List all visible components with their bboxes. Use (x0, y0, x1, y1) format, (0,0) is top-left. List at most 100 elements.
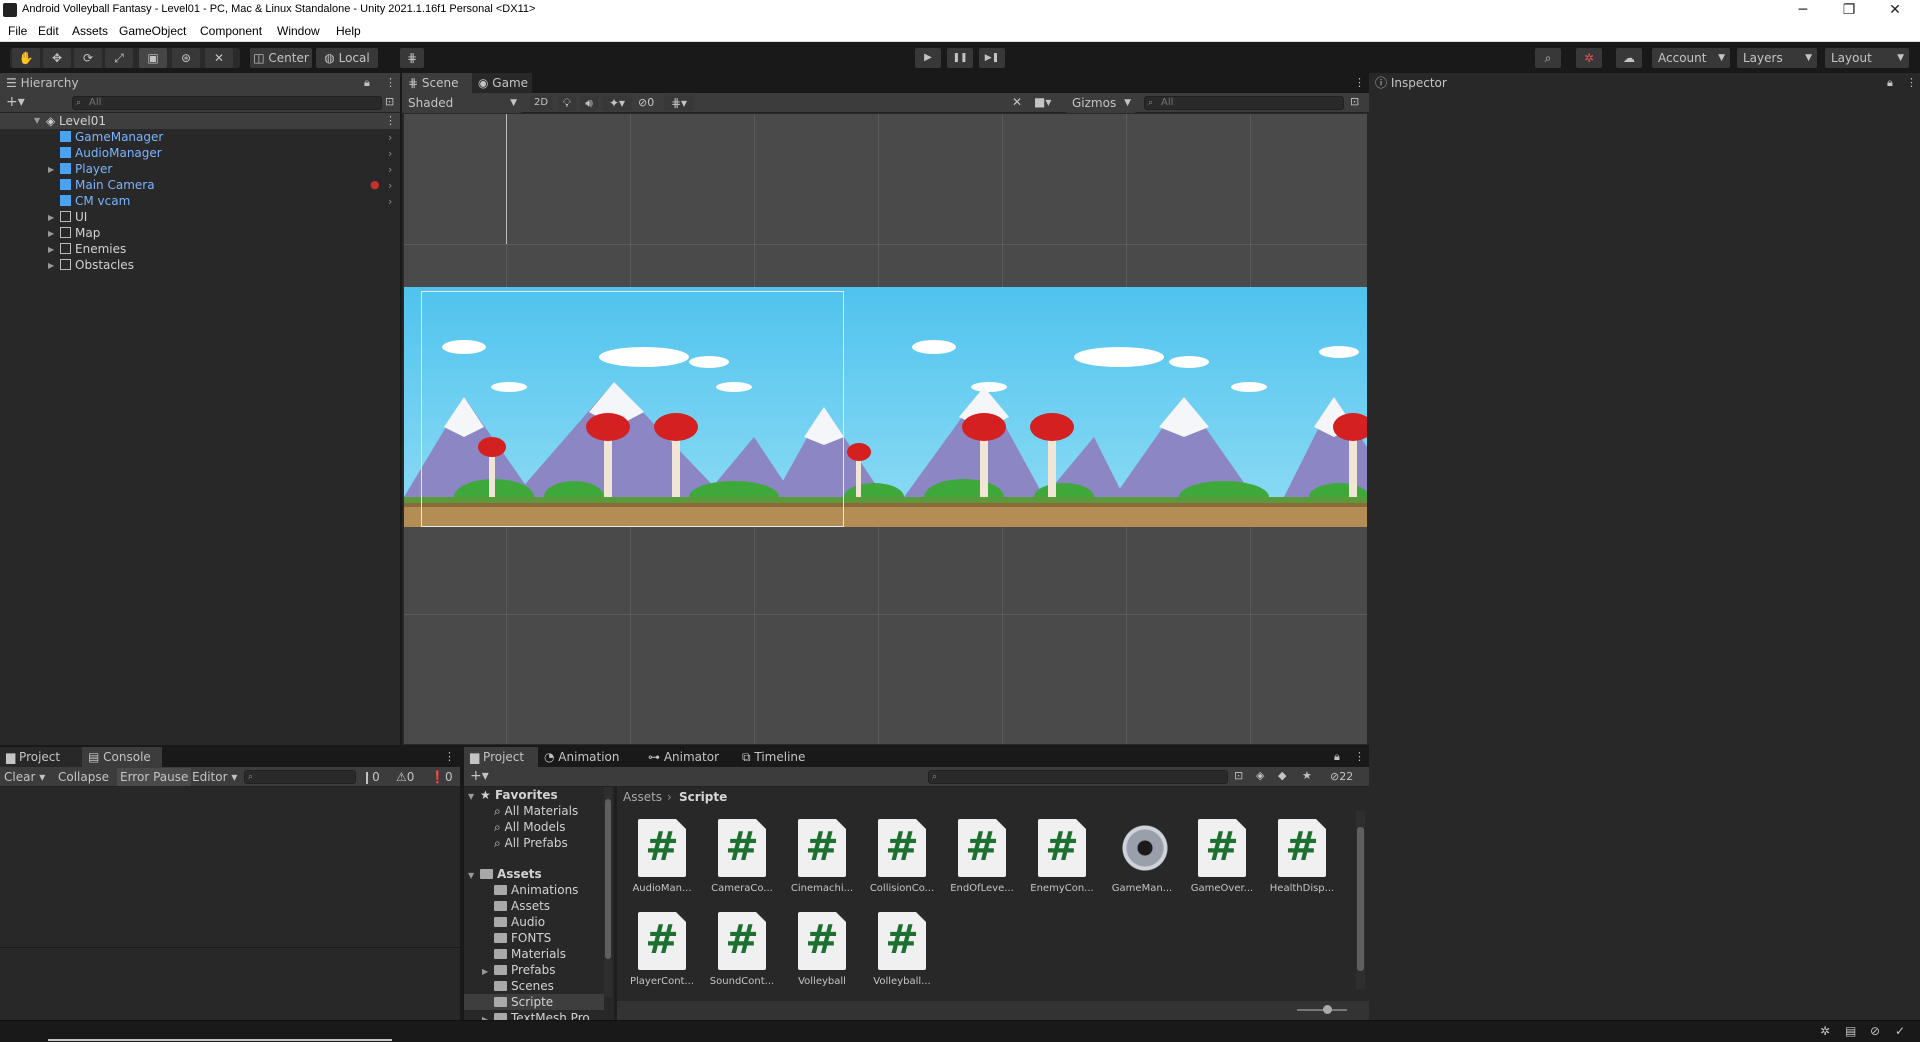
tab-game[interactable]: ◉ Game (472, 73, 532, 93)
custom-tool-icon[interactable]: ✕ (205, 48, 233, 68)
scale-tool-icon[interactable]: ⤢ (105, 48, 133, 68)
asset-item[interactable]: # CameraCo... (704, 819, 780, 911)
hierarchy-item[interactable]: Obstacles (60, 257, 134, 273)
favorites-item[interactable]: ⌕ All Models (494, 819, 566, 835)
folder-item[interactable]: Scenes (494, 978, 554, 994)
asset-item[interactable]: # EnemyCon... (1024, 819, 1100, 911)
hierarchy-item[interactable]: UI (60, 209, 87, 225)
tab-timeline[interactable]: ⧉ Timeline (736, 747, 828, 767)
hierarchy-item[interactable]: CM vcam (60, 193, 130, 209)
scrollbar-thumb[interactable] (605, 799, 611, 959)
scene-view-options-icon[interactable]: ⊡ (1350, 95, 1359, 108)
rect-tool-icon[interactable]: ▣ (139, 48, 167, 68)
folder-item[interactable]: Audio (494, 914, 545, 930)
lock-icon[interactable]: 🔒︎ (1334, 750, 1340, 764)
folder-item[interactable]: Materials (494, 946, 566, 962)
more-options-icon[interactable]: ⋮ (444, 750, 455, 763)
pause-button[interactable]: ❚❚ (947, 48, 973, 68)
tab-project[interactable]: ▆ Project (464, 747, 538, 767)
chevron-right-icon[interactable]: › (388, 163, 392, 176)
scene-visibility-icon[interactable]: ⊡ (385, 95, 394, 108)
menu-file[interactable]: File (8, 24, 27, 38)
favorites-item[interactable]: ⌕ All Prefabs (494, 835, 568, 851)
expand-arrow-icon[interactable]: ▶ (48, 245, 54, 254)
scene-menu-icon[interactable]: ⋮ (385, 114, 396, 127)
hierarchy-item[interactable]: Map (60, 225, 100, 241)
editor-dropdown[interactable]: Editor ▾ (192, 770, 237, 784)
chevron-right-icon[interactable]: › (388, 195, 392, 208)
asset-item[interactable]: # HealthDisp... (1264, 819, 1340, 911)
asset-item[interactable]: # GameOver... (1184, 819, 1260, 911)
menu-component[interactable]: Component (200, 24, 262, 38)
expand-arrow-icon[interactable]: ▶ (48, 165, 54, 174)
folder-item[interactable]: FONTS (494, 930, 551, 946)
scene-viewport[interactable] (404, 114, 1367, 744)
clear-button[interactable]: Clear ▾ (4, 770, 45, 784)
layout-dropdown[interactable]: Layout ▼ (1825, 48, 1909, 68)
error-pause-button[interactable]: Error Pause (117, 768, 192, 786)
more-options-icon[interactable]: ⋮ (1354, 750, 1365, 763)
lock-icon[interactable]: 🔒︎ (1887, 76, 1893, 90)
favorites-item[interactable]: ⌕ All Materials (494, 803, 578, 819)
more-options-icon[interactable]: ⋮ (385, 76, 396, 89)
lighting-icon[interactable]: 💡︎ (558, 95, 576, 111)
effects-icon[interactable]: ✦▾ (602, 95, 632, 111)
search-icon[interactable]: ⌕ (1535, 48, 1561, 68)
asset-item[interactable]: # CollisionCo... (864, 819, 940, 911)
hierarchy-item[interactable]: AudioManager (60, 145, 162, 161)
tools-icon[interactable]: ✕ (1012, 95, 1022, 109)
step-button[interactable]: ▶❚ (979, 48, 1005, 68)
expand-arrow-icon[interactable]: ▼ (468, 792, 474, 801)
breadcrumb-item[interactable]: Scripte (679, 790, 727, 804)
tab-hierarchy[interactable]: ☰ Hierarchy (0, 73, 400, 93)
move-tool-icon[interactable]: ✥ (43, 48, 71, 68)
asset-item[interactable]: # PlayerCont... (624, 912, 700, 1004)
rotate-tool-icon[interactable]: ⟳ (74, 48, 102, 68)
warning-count[interactable]: ⚠0 (396, 770, 414, 784)
favorites-header[interactable]: ★ Favorites (480, 787, 558, 803)
asset-item[interactable]: # Cinemachi... (784, 819, 860, 911)
scene-search-input[interactable]: ⌕ All (1144, 96, 1344, 110)
asset-item[interactable]: # SoundCont... (704, 912, 780, 1004)
tag-icon[interactable]: ◆ (1278, 769, 1286, 782)
menu-help[interactable]: Help (336, 24, 361, 38)
folder-item[interactable]: Animations (494, 882, 578, 898)
folder-item-selected[interactable]: Scripte (494, 994, 553, 1010)
breadcrumb-item[interactable]: Assets (623, 790, 662, 804)
tab-console[interactable]: ▤ Console (82, 747, 162, 767)
lighting-icon[interactable]: ⊘ (1870, 1024, 1880, 1038)
pivot-space-toggle[interactable]: ◍ Local (316, 48, 378, 68)
hand-tool-icon[interactable]: ✋ (12, 48, 40, 68)
expand-arrow-icon[interactable]: ▼ (468, 871, 474, 880)
more-options-icon[interactable]: ⋮ (1354, 76, 1365, 89)
gizmos-dropdown[interactable]: Gizmos ▼ (1066, 93, 1136, 113)
asset-item[interactable]: # AudioMan... (624, 819, 700, 911)
splitter[interactable] (614, 787, 617, 1020)
chevron-right-icon[interactable]: › (388, 147, 392, 160)
expand-arrow-icon[interactable]: ▶ (48, 229, 54, 238)
close-window-button[interactable]: ✕ (1872, 0, 1918, 20)
asset-scrollbar[interactable] (1356, 811, 1365, 989)
zoom-slider-track[interactable] (1297, 1009, 1347, 1011)
tab-scene[interactable]: ⋕ Scene (402, 73, 472, 93)
grid-visibility-icon[interactable]: ⋕▾ (664, 95, 694, 111)
assets-header[interactable]: Assets (480, 866, 542, 882)
asset-item[interactable]: # Volleyball... (864, 912, 940, 1004)
asset-item[interactable]: # Volleyball (784, 912, 860, 1004)
cache-icon[interactable]: ▤ (1845, 1024, 1856, 1038)
hidden-objects-icon[interactable]: ⊘0 (638, 96, 654, 109)
tab-project[interactable]: ▆ Project (0, 747, 82, 767)
folder-item[interactable]: Assets (494, 898, 550, 914)
menu-assets[interactable]: Assets (72, 24, 108, 38)
menu-gameobject[interactable]: GameObject (119, 24, 186, 38)
account-dropdown[interactable]: Account ▼ (1652, 48, 1730, 68)
pivot-center-toggle[interactable]: ◫ Center (250, 48, 312, 68)
chevron-right-icon[interactable]: › (388, 179, 392, 192)
audio-icon[interactable]: 🔊︎ (580, 95, 598, 111)
expand-arrow-icon[interactable]: ▶ (482, 967, 488, 976)
hierarchy-search-input[interactable]: ⌕ All (72, 96, 382, 110)
folder-item[interactable]: Prefabs (494, 962, 556, 978)
more-options-icon[interactable]: ⋮ (1906, 76, 1917, 89)
hierarchy-item[interactable]: GameManager (60, 129, 163, 145)
expand-arrow-icon[interactable]: ▶ (48, 213, 54, 222)
